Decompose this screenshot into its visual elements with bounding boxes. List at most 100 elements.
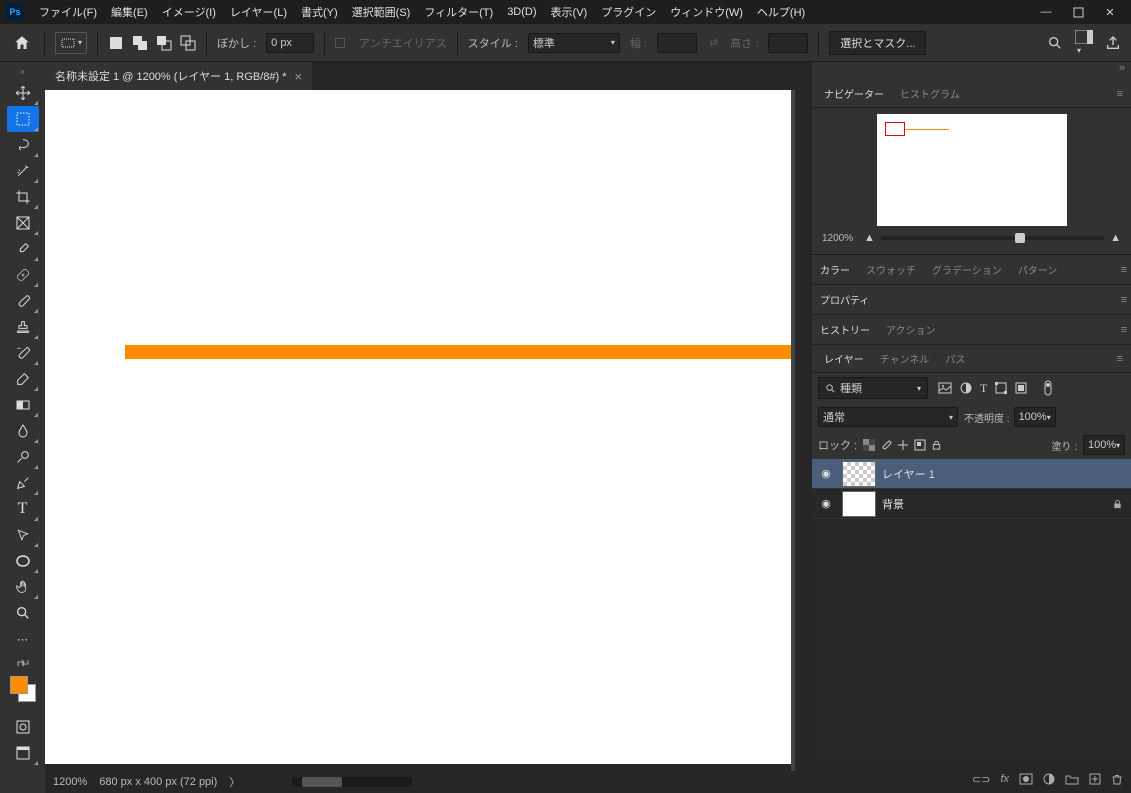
path-select-tool[interactable] xyxy=(7,522,39,548)
menu-image[interactable]: イメージ(I) xyxy=(155,1,223,23)
crop-tool[interactable] xyxy=(7,184,39,210)
filter-type-icon[interactable]: T xyxy=(980,381,987,396)
blur-tool[interactable] xyxy=(7,418,39,444)
fill-input[interactable]: 100%▾ xyxy=(1083,435,1125,455)
select-and-mask-button[interactable]: 選択とマスク... xyxy=(829,31,926,55)
dodge-tool[interactable] xyxy=(7,444,39,470)
swap-colors-icon[interactable] xyxy=(7,656,39,670)
layer-thumbnail[interactable] xyxy=(842,491,876,517)
menu-help[interactable]: ヘルプ(H) xyxy=(750,1,812,23)
status-dims[interactable]: 680 px x 400 px (72 ppi) xyxy=(99,776,217,788)
adjustment-layer-icon[interactable] xyxy=(1043,773,1055,785)
zoom-slider-thumb[interactable] xyxy=(1015,233,1025,243)
panel-menu-icon[interactable]: ≡ xyxy=(1113,349,1127,369)
filter-smart-icon[interactable] xyxy=(1015,382,1027,394)
extra-tools-icon[interactable]: ⋯ xyxy=(7,626,39,652)
home-button[interactable] xyxy=(10,31,34,55)
color-chips[interactable] xyxy=(10,676,36,702)
navigator-zoom-out-icon[interactable]: ▲ xyxy=(864,232,875,244)
navigator-zoom-in-icon[interactable]: ▲ xyxy=(1110,232,1121,244)
menu-3d[interactable]: 3D(D) xyxy=(500,3,543,21)
zoom-tool[interactable] xyxy=(7,600,39,626)
tab-gradients[interactable]: グラデーション xyxy=(924,256,1010,283)
panel-menu-icon[interactable]: ≡ xyxy=(1113,84,1127,104)
layer-name[interactable]: レイヤー 1 xyxy=(882,466,1127,482)
menu-edit[interactable]: 編集(E) xyxy=(104,1,155,23)
tab-navigator[interactable]: ナビゲーター xyxy=(816,80,892,107)
scrollbar-thumb[interactable] xyxy=(302,777,342,787)
navigator-preview[interactable] xyxy=(877,114,1067,226)
lasso-tool[interactable] xyxy=(7,132,39,158)
selection-subtract-icon[interactable] xyxy=(156,35,172,51)
eraser-tool[interactable] xyxy=(7,366,39,392)
menu-plugin[interactable]: プラグイン xyxy=(594,1,663,23)
maximize-button[interactable] xyxy=(1067,3,1089,21)
tools-expand-icon[interactable]: » xyxy=(0,62,45,80)
tab-properties[interactable]: プロパティ xyxy=(812,286,877,313)
opacity-input[interactable]: 100%▾ xyxy=(1014,407,1056,427)
tab-paths[interactable]: パス xyxy=(937,345,973,372)
minimize-button[interactable]: — xyxy=(1035,3,1057,21)
lock-position-icon[interactable] xyxy=(897,439,909,451)
layer-visibility-icon[interactable]: ◉ xyxy=(816,467,836,480)
navigator-zoom-slider[interactable] xyxy=(881,236,1104,240)
layer-visibility-icon[interactable]: ◉ xyxy=(816,497,836,510)
lock-transparent-icon[interactable] xyxy=(863,439,875,451)
blend-mode-select[interactable]: 通常▾ xyxy=(818,407,958,427)
canvas-viewport[interactable] xyxy=(45,90,812,771)
filter-pixel-icon[interactable] xyxy=(938,382,952,394)
lock-artboard-icon[interactable] xyxy=(914,439,926,451)
tab-history[interactable]: ヒストリー xyxy=(812,316,878,343)
layer-name[interactable]: 背景 xyxy=(882,496,1106,512)
selection-intersect-icon[interactable] xyxy=(180,35,196,51)
feather-input[interactable] xyxy=(266,33,314,53)
new-layer-icon[interactable] xyxy=(1089,773,1101,785)
tab-layers[interactable]: レイヤー xyxy=(816,345,872,372)
menu-layer[interactable]: レイヤー(L) xyxy=(223,1,294,23)
frame-tool[interactable] xyxy=(7,210,39,236)
type-tool[interactable]: T xyxy=(7,496,39,522)
stamp-tool[interactable] xyxy=(7,314,39,340)
tab-close-icon[interactable]: × xyxy=(295,69,303,84)
tab-swatches[interactable]: スウォッチ xyxy=(858,256,924,283)
panels-collapse-icon[interactable]: » xyxy=(812,62,1131,80)
layer-row[interactable]: ◉ 背景 xyxy=(812,489,1131,519)
menu-select[interactable]: 選択範囲(S) xyxy=(345,1,418,23)
layer-lock-icon[interactable] xyxy=(1112,498,1123,510)
layer-row[interactable]: ◉ レイヤー 1 xyxy=(812,459,1131,489)
magic-wand-tool[interactable] xyxy=(7,158,39,184)
panel-menu-icon[interactable]: ≡ xyxy=(1117,260,1131,280)
shape-tool[interactable] xyxy=(7,548,39,574)
layer-group-icon[interactable] xyxy=(1065,773,1079,785)
tab-color[interactable]: カラー xyxy=(812,256,858,283)
share-icon[interactable] xyxy=(1105,35,1121,51)
tab-channels[interactable]: チャンネル xyxy=(872,345,938,372)
horizontal-scrollbar[interactable] xyxy=(292,777,412,787)
canvas[interactable] xyxy=(45,90,791,764)
gradient-tool[interactable] xyxy=(7,392,39,418)
fg-color-chip[interactable] xyxy=(10,676,28,694)
tool-preset-picker[interactable]: ▾ xyxy=(55,32,87,54)
move-tool[interactable] xyxy=(7,80,39,106)
filter-shape-icon[interactable] xyxy=(995,382,1007,394)
tab-histogram[interactable]: ヒストグラム xyxy=(892,80,968,107)
close-button[interactable]: ✕ xyxy=(1099,3,1121,21)
lock-pixels-icon[interactable] xyxy=(880,439,892,451)
layer-mask-icon[interactable] xyxy=(1019,773,1033,785)
style-select[interactable]: 標準▾ xyxy=(528,33,620,53)
menu-window[interactable]: ウィンドウ(W) xyxy=(663,1,750,23)
navigator-viewbox[interactable] xyxy=(885,122,905,136)
tab-patterns[interactable]: パターン xyxy=(1010,256,1066,283)
pen-tool[interactable] xyxy=(7,470,39,496)
menu-type[interactable]: 書式(Y) xyxy=(294,1,345,23)
tab-actions[interactable]: アクション xyxy=(878,316,944,343)
delete-layer-icon[interactable] xyxy=(1111,773,1123,786)
brush-tool[interactable] xyxy=(7,288,39,314)
status-menu-icon[interactable]: 〉 xyxy=(229,774,240,790)
menu-file[interactable]: ファイル(F) xyxy=(32,1,104,23)
selection-add-icon[interactable] xyxy=(132,35,148,51)
screenmode-icon[interactable] xyxy=(7,740,39,766)
selection-new-icon[interactable] xyxy=(108,35,124,51)
status-zoom[interactable]: 1200% xyxy=(53,776,87,788)
workspace-icon[interactable]: ▾ xyxy=(1075,30,1093,56)
